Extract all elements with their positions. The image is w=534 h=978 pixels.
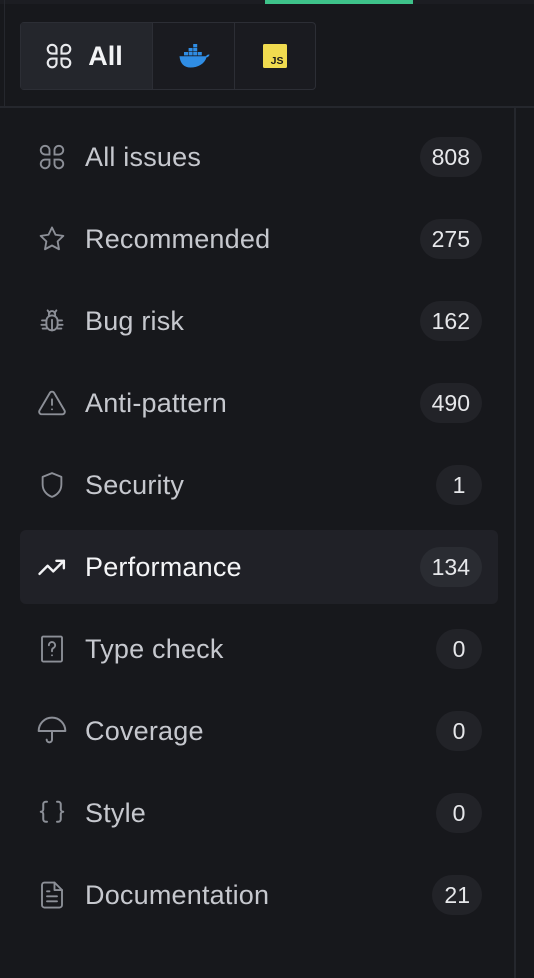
filter-docker-button[interactable]: [153, 23, 235, 89]
category-performance[interactable]: Performance 134: [20, 530, 498, 604]
javascript-icon: JS: [263, 44, 287, 68]
category-label: Style: [85, 797, 147, 828]
category-label: Recommended: [85, 223, 271, 254]
umbrella-icon: [36, 715, 68, 747]
bug-icon: [36, 305, 68, 337]
count-badge: 134: [419, 547, 482, 587]
docker-icon: [178, 44, 210, 68]
category-recommended[interactable]: Recommended 275: [20, 202, 498, 276]
count-badge: 275: [419, 219, 482, 259]
filter-all-button[interactable]: All: [21, 23, 153, 89]
divider: [4, 0, 5, 106]
grid-icon: [44, 41, 74, 71]
category-label: Security: [85, 469, 185, 500]
category-style[interactable]: Style 0: [20, 776, 498, 850]
svg-text:JS: JS: [271, 55, 284, 67]
category-coverage[interactable]: Coverage 0: [20, 694, 498, 768]
warning-icon: [36, 387, 68, 419]
category-label: All issues: [85, 141, 202, 172]
count-badge: 490: [419, 383, 482, 423]
count-badge: 1: [436, 465, 482, 505]
issue-sidebar: All JS All issues 808 Recommended 275 Bu…: [0, 0, 534, 978]
count-badge: 0: [436, 711, 482, 751]
category-bug-risk[interactable]: Bug risk 162: [20, 284, 498, 358]
divider: [0, 106, 534, 108]
grid-icon: [36, 141, 68, 173]
category-documentation[interactable]: Documentation 21: [20, 858, 498, 932]
divider: [514, 108, 516, 978]
trending-up-icon: [36, 551, 68, 583]
count-badge: 0: [436, 629, 482, 669]
count-badge: 808: [419, 137, 482, 177]
category-security[interactable]: Security 1: [20, 448, 498, 522]
document-icon: [36, 879, 68, 911]
count-badge: 162: [419, 301, 482, 341]
star-icon: [36, 223, 68, 255]
filter-javascript-button[interactable]: JS: [235, 23, 315, 89]
filter-all-label: All: [88, 40, 123, 71]
analyzer-filter: All JS: [20, 22, 316, 90]
category-type-check[interactable]: Type check 0: [20, 612, 498, 686]
category-label: Coverage: [85, 715, 204, 746]
category-label: Performance: [85, 551, 242, 582]
count-badge: 21: [432, 875, 482, 915]
category-label: Documentation: [85, 879, 270, 910]
count-badge: 0: [436, 793, 482, 833]
category-label: Anti-pattern: [85, 387, 227, 418]
category-all-issues[interactable]: All issues 808: [20, 120, 498, 194]
category-label: Type check: [85, 633, 224, 664]
question-file-icon: [36, 633, 68, 665]
active-tab-indicator: [265, 0, 413, 4]
category-anti-pattern[interactable]: Anti-pattern 490: [20, 366, 498, 440]
shield-icon: [36, 469, 68, 501]
issue-category-list: All issues 808 Recommended 275 Bug risk …: [20, 120, 498, 940]
braces-icon: [36, 797, 68, 829]
category-label: Bug risk: [85, 305, 185, 336]
